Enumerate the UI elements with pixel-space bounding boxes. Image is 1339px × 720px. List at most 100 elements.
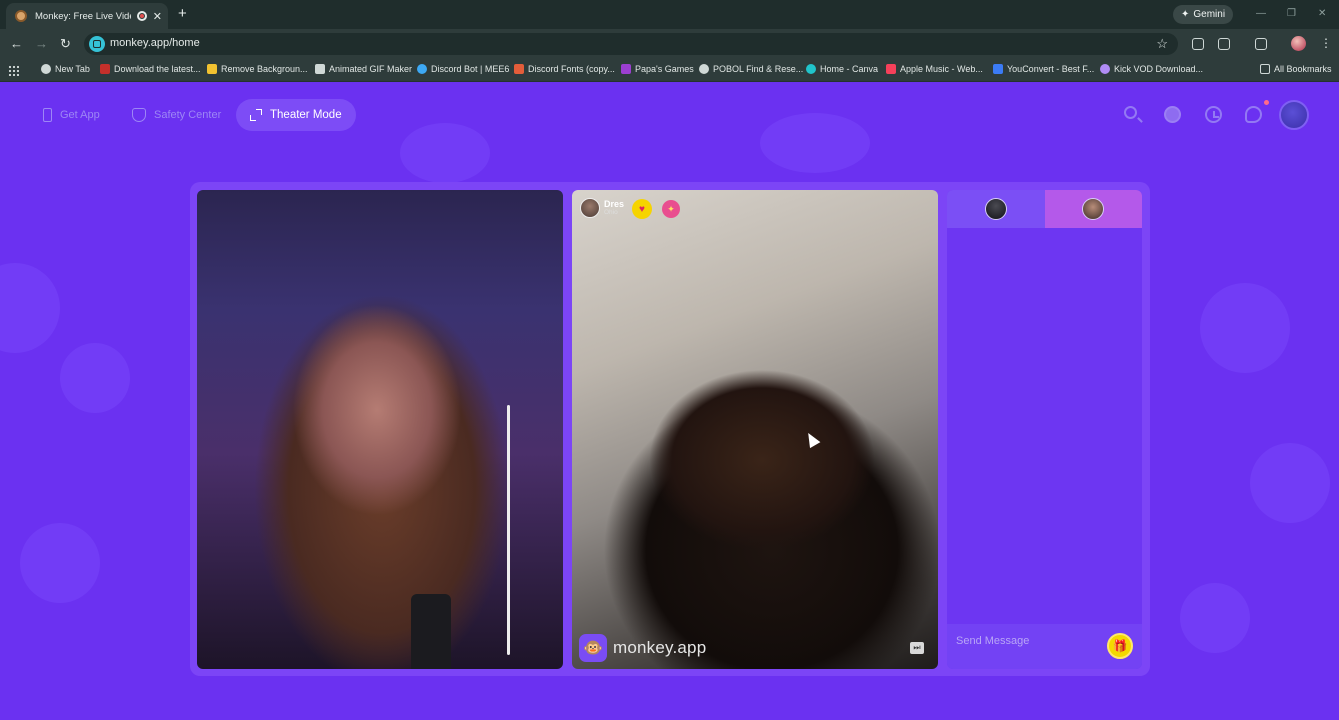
bookmark-label: Discord Fonts (copy... [528,64,615,74]
apps-grid-icon[interactable] [8,65,19,76]
bookmark-favicon-icon [100,64,110,74]
background-pattern [1180,583,1250,653]
address-bar[interactable]: monkey.app/home ☆ [84,33,1178,55]
restore-icon[interactable]: ❐ [1287,8,1296,19]
chat-panel: Send Message 🎁 [947,190,1142,669]
folder-icon [1260,64,1270,74]
peer-video: Dres Ohio ♥ ✦ 🐵 monkey.app ⏭ [572,190,938,669]
peer-chat-avatar [1082,198,1105,220]
theater-mode-label: Theater Mode [270,109,342,121]
bookmark-item[interactable]: Home - Canva [806,64,878,74]
bookmark-label: New Tab [55,64,90,74]
all-bookmarks-label: All Bookmarks [1274,64,1332,74]
bookmark-favicon-icon [621,64,631,74]
forward-arrow-icon[interactable]: → [35,36,48,52]
shield-icon [132,108,146,122]
reload-icon[interactable]: ↻ [60,36,71,52]
message-placeholder[interactable]: Send Message [956,635,1029,647]
bookmark-label: Download the latest... [114,64,201,74]
bookmark-item[interactable]: Animated GIF Maker [315,64,412,74]
gemini-button[interactable]: ✦ Gemini [1173,5,1234,24]
notification-dot [1264,100,1269,105]
chat-tab-peer[interactable] [1044,190,1142,228]
phone-icon [43,108,52,122]
heart-badge-icon[interactable]: ♥ [632,199,652,219]
close-window-icon[interactable]: ✕ [1318,8,1326,19]
monkey-logo-icon: 🐵 [579,634,607,662]
chat-tabs [947,190,1142,228]
browser-tab-strip: Monkey: Free Live Video Chat ✕ + ✦ Gemin… [0,0,1339,29]
bookmark-favicon-icon [41,64,51,74]
expand-icon [250,109,262,121]
monkey-page: Get App Safety Center Theater Mode Dres … [0,83,1339,720]
profile-avatar[interactable] [1291,36,1306,51]
bookmark-favicon-icon [886,64,896,74]
background-pattern [760,113,870,173]
peer-info[interactable]: Dres Ohio [580,198,624,218]
cast-icon[interactable] [1255,38,1267,50]
microphone [411,594,451,669]
bookmark-item[interactable]: Papa's Games [621,64,694,74]
browser-tab-active[interactable]: Monkey: Free Live Video Chat ✕ [6,3,168,29]
safety-center-label: Safety Center [154,109,222,121]
bookmark-item[interactable]: Download the latest... [100,64,201,74]
bookmark-item[interactable]: Discord Fonts (copy... [514,64,615,74]
tab-title: Monkey: Free Live Video Chat [35,10,131,22]
bookmark-item[interactable]: New Tab [41,64,90,74]
safety-center-button[interactable]: Safety Center [118,99,235,131]
get-app-label: Get App [60,109,100,121]
skip-icon[interactable]: ⏭ [910,642,924,654]
background-pattern [400,123,490,183]
bookmark-item[interactable]: Kick VOD Download... [1100,64,1203,74]
bookmark-label: Home - Canva [820,64,879,74]
bookmark-favicon-icon [1100,64,1110,74]
puzzle-extensions-icon[interactable] [1218,38,1230,50]
minimize-icon[interactable]: — [1256,8,1266,19]
back-arrow-icon[interactable]: ← [10,36,23,52]
background-pattern [1250,443,1330,523]
messages-icon[interactable] [1245,106,1262,123]
my-avatar[interactable] [1279,100,1309,130]
message-input[interactable]: Send Message 🎁 [947,624,1142,669]
bookmark-item[interactable]: Discord Bot | MEE6 [417,64,509,74]
bookmark-item[interactable]: POBOL Find & Rese... [699,64,803,74]
bookmark-star-icon[interactable]: ☆ [1156,36,1168,52]
background-pattern [20,523,100,603]
monkey-favicon-icon [15,10,27,22]
friends-icon[interactable] [1164,106,1181,123]
bookmark-favicon-icon [806,64,816,74]
tab-close-icon[interactable]: ✕ [153,10,162,23]
bookmark-label: Remove Backgroun... [221,64,308,74]
background-pattern [0,263,60,353]
bookmark-favicon-icon [993,64,1003,74]
search-icon[interactable] [1124,106,1137,119]
all-bookmarks-button[interactable]: All Bookmarks [1260,64,1332,74]
site-info-icon[interactable] [89,36,105,52]
bookmark-favicon-icon [207,64,217,74]
chat-tab-self[interactable] [947,190,1045,228]
bookmark-favicon-icon [417,64,427,74]
url-text[interactable]: monkey.app/home [110,37,200,49]
background-pattern [1200,283,1290,373]
gift-badge-icon[interactable]: ✦ [662,200,680,218]
background-pattern [60,343,130,413]
get-app-button[interactable]: Get App [29,99,114,131]
bookmark-label: YouConvert - Best F... [1007,64,1095,74]
theater-mode-button[interactable]: Theater Mode [236,99,356,131]
earphone-cord [507,405,510,655]
bookmark-favicon-icon [514,64,524,74]
monkey-watermark: 🐵 monkey.app [579,634,706,662]
new-tab-button[interactable]: + [178,6,187,22]
peer-avatar[interactable] [580,198,600,218]
peer-name: Dres [604,198,625,209]
bookmark-item[interactable]: Apple Music - Web... [886,64,983,74]
history-icon[interactable] [1205,106,1222,123]
kebab-menu-icon[interactable]: ⋮ [1320,36,1332,50]
gift-button-icon[interactable]: 🎁 [1107,633,1133,659]
bookmark-item[interactable]: YouConvert - Best F... [993,64,1094,74]
bookmark-label: Papa's Games [635,64,694,74]
watermark-text: monkey.app [613,638,707,657]
extension-icon[interactable] [1192,38,1204,50]
bookmark-favicon-icon [699,64,709,74]
bookmark-item[interactable]: Remove Backgroun... [207,64,308,74]
